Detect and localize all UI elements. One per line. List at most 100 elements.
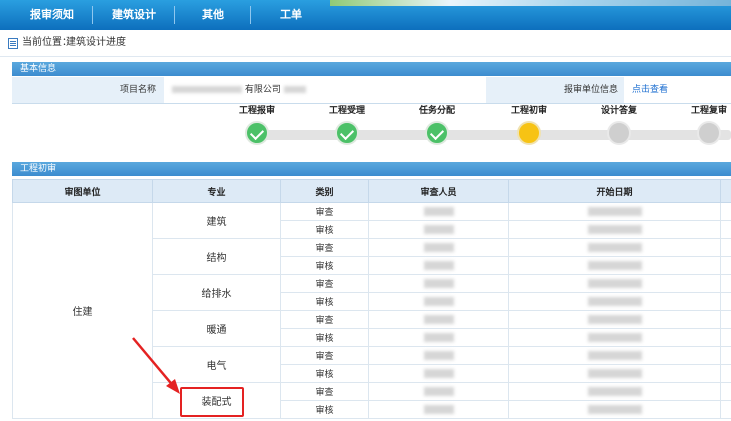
start-date-cell	[508, 328, 721, 347]
redacted-text	[587, 386, 642, 396]
redacted-text	[587, 350, 642, 360]
nav-item-work-order[interactable]: 工单	[256, 0, 326, 30]
redacted-text	[587, 332, 642, 342]
reviewer-cell	[368, 382, 509, 401]
column-header-extra	[720, 179, 731, 203]
extra-cell	[720, 202, 731, 221]
specialty-cell: 暖通	[152, 310, 281, 347]
progress-step-label: 设计答复	[600, 106, 637, 116]
reviewer-cell	[368, 202, 509, 221]
check-circle-icon	[335, 121, 359, 145]
redacted-text	[423, 386, 454, 396]
progress-step: 工程复审	[674, 104, 731, 145]
redacted-text	[587, 242, 642, 252]
extra-cell	[720, 220, 731, 239]
nav-divider	[174, 6, 175, 24]
reviewer-cell	[368, 274, 509, 293]
redacted-text	[423, 368, 454, 378]
column-header: 专业	[152, 179, 281, 203]
review-table: 审图单位 专业 类别 审查人员 开始日期 住建 建筑 审查 审核 结构 审查 审核 给排水 审查…	[12, 179, 731, 419]
category-cell: 审查	[280, 346, 369, 365]
document-icon	[8, 38, 18, 49]
nav-item-architecture-design[interactable]: 建筑设计	[96, 0, 172, 30]
review-section-header: 工程初审	[12, 162, 731, 176]
start-date-cell	[508, 364, 721, 383]
breadcrumb-label: 当前位置：	[22, 37, 72, 48]
category-cell: 审查	[280, 202, 369, 221]
category-cell: 审核	[280, 328, 369, 347]
progress-step-label: 任务分配	[418, 106, 455, 116]
project-name-label: 项目名称	[119, 85, 156, 95]
breadcrumb: 当前位置： 建筑设计进度	[0, 30, 731, 57]
specialty-cell: 结构	[152, 238, 281, 275]
reviewer-cell	[368, 220, 509, 239]
start-date-cell	[508, 238, 721, 257]
extra-cell	[720, 382, 731, 401]
progress-step-label: 工程受理	[328, 106, 365, 116]
extra-cell	[720, 274, 731, 293]
redacted-text	[587, 260, 642, 270]
current-step-circle-icon	[517, 121, 541, 145]
annotation-highlight-box	[180, 387, 244, 417]
reviewer-cell	[368, 328, 509, 347]
start-date-cell	[508, 292, 721, 311]
reviewer-cell	[368, 364, 509, 383]
start-date-cell	[508, 400, 721, 419]
redacted-text	[587, 368, 642, 378]
redacted-text	[587, 404, 642, 414]
pending-step-circle-icon	[607, 121, 631, 145]
table-row: 住建 建筑 审查	[12, 202, 731, 419]
progress-step: 任务分配	[402, 104, 472, 145]
redacted-text	[283, 86, 306, 93]
nav-divider	[250, 6, 251, 24]
review-unit-cell: 住建	[12, 202, 153, 419]
check-circle-icon	[425, 121, 449, 145]
column-header: 开始日期	[508, 179, 721, 203]
progress-step: 工程报审	[222, 104, 292, 145]
redacted-text	[587, 224, 642, 234]
specialty-cell: 建筑	[152, 202, 281, 239]
reviewer-cell	[368, 310, 509, 329]
redacted-text	[423, 332, 454, 342]
reviewer-cell	[368, 346, 509, 365]
specialty-cell: 给排水	[152, 274, 281, 311]
redacted-text	[423, 224, 454, 234]
redacted-text	[423, 404, 454, 414]
project-name-value: 有限公司	[164, 77, 486, 103]
basic-info-header: 基本信息	[12, 62, 731, 76]
reviewer-cell	[368, 292, 509, 311]
progress-step-label: 工程报审	[238, 106, 275, 116]
redacted-text	[587, 206, 642, 216]
redacted-text	[172, 86, 242, 93]
redacted-text	[423, 206, 454, 216]
nav-item-guidelines[interactable]: 报审须知	[14, 0, 90, 30]
table-header-row: 审图单位 专业 类别 审查人员 开始日期	[12, 179, 731, 203]
start-date-cell	[508, 220, 721, 239]
redacted-text	[423, 314, 454, 324]
category-cell: 审核	[280, 220, 369, 239]
view-unit-info-link[interactable]: 点击查看	[624, 77, 731, 103]
start-date-cell	[508, 274, 721, 293]
reviewer-cell	[368, 256, 509, 275]
extra-cell	[720, 238, 731, 257]
column-header: 审图单位	[12, 179, 153, 203]
extra-cell	[720, 292, 731, 311]
category-cell: 审核	[280, 400, 369, 419]
category-cell: 审核	[280, 256, 369, 275]
redacted-text	[587, 296, 642, 306]
redacted-text	[587, 278, 642, 288]
start-date-cell	[508, 202, 721, 221]
nav-divider	[92, 6, 93, 24]
category-cell: 审查	[280, 310, 369, 329]
progress-step: 设计答复	[584, 104, 654, 145]
category-cell: 审查	[280, 238, 369, 257]
column-header: 审查人员	[368, 179, 509, 203]
category-cell: 审查	[280, 274, 369, 293]
start-date-cell	[508, 310, 721, 329]
nav-item-other[interactable]: 其他	[178, 0, 248, 30]
category-cell: 审核	[280, 292, 369, 311]
progress-step-label: 工程初审	[510, 106, 547, 116]
extra-cell	[720, 364, 731, 383]
extra-cell	[720, 346, 731, 365]
unit-info-label: 报审单位信息	[563, 85, 618, 95]
